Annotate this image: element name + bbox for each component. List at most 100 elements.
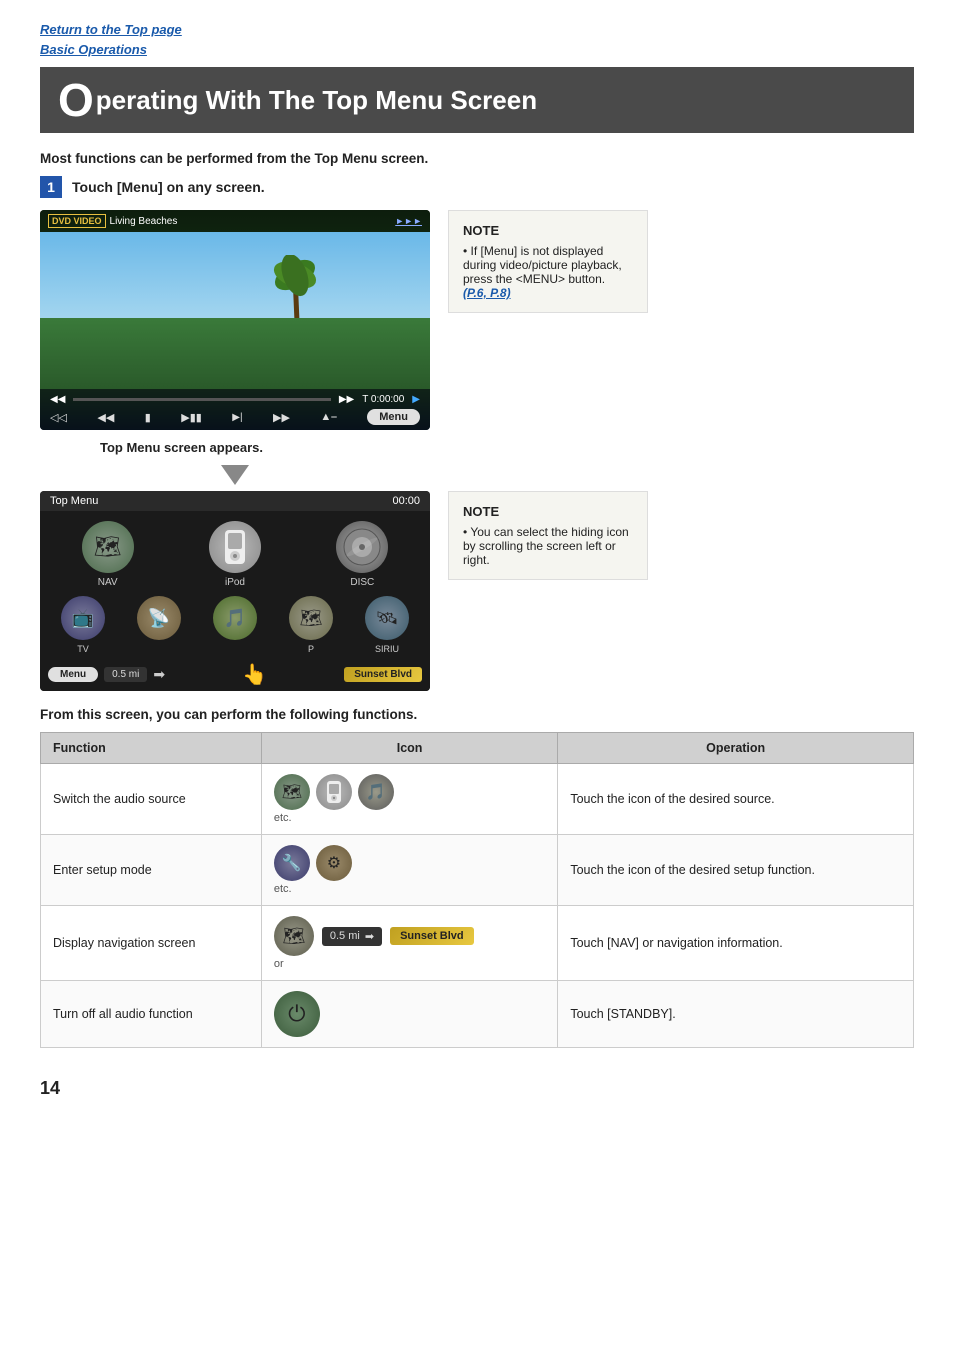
dvd-topbar: DVD VIDEO Living Beaches ►►► <box>40 210 430 232</box>
title-big-o: O <box>58 77 94 123</box>
step-badge: 1 <box>40 176 62 198</box>
operation-cell: Touch [NAV] or navigation information. <box>558 906 914 981</box>
note-2-text: • You can select the hiding icon by scro… <box>463 525 633 567</box>
topmenu-time: 00:00 <box>392 495 420 507</box>
icon-cell: 🗺 0.5 mi ➡ Sunset Blvd or <box>261 906 557 981</box>
time-display: T 0:00:00 <box>362 394 404 405</box>
appears-text: Top Menu screen appears. <box>40 440 914 455</box>
topmenu-icons-row2: 📺 TV 📡 🎵 🗺 P 🛰 SIRIU <box>40 592 430 658</box>
audio-ipod-icon <box>316 774 352 810</box>
dvd-screen: DVD VIDEO Living Beaches ►►► <box>40 210 430 430</box>
tv-label: TV <box>77 644 89 654</box>
table-row: Enter setup mode 🔧 ⚙ etc. Touch the icon… <box>41 835 914 906</box>
disc-label: DISC <box>350 577 374 588</box>
stop-icon: ▮ <box>145 411 151 424</box>
dvd-main-area <box>40 232 430 389</box>
col-header-icon: Icon <box>261 733 557 764</box>
topmenu-nav-info: 0.5 mi <box>104 667 147 682</box>
note-box-2: NOTE • You can select the hiding icon by… <box>448 491 648 580</box>
dvd-controls: ◀◀ ▶▶ T 0:00:00 ▶ ◁◁ ◀◀ ▮ ▶▮▮ ▶| ▶▶ ▲⎯ <box>40 389 430 430</box>
from-screen-text: From this screen, you can perform the fo… <box>40 707 914 722</box>
music-icon: 🎵 <box>213 596 257 640</box>
topmenu-music-item[interactable]: 🎵 <box>213 596 257 654</box>
operation-cell: Touch the icon of the desired setup func… <box>558 835 914 906</box>
title-rest: perating With The Top Menu Screen <box>96 87 537 113</box>
operation-cell: Touch the icon of the desired source. <box>558 764 914 835</box>
page-number: 14 <box>40 1078 914 1099</box>
return-top-link[interactable]: Return to the Top page <box>40 20 914 40</box>
menu-button[interactable]: Menu <box>367 409 420 425</box>
breadcrumb: Return to the Top page Basic Operations <box>40 20 914 59</box>
col-header-operation: Operation <box>558 733 914 764</box>
hand-icon: 👆 <box>171 662 338 687</box>
basic-ops-link[interactable]: Basic Operations <box>40 40 914 60</box>
ipod-icon <box>209 521 261 573</box>
prev-icon: ◀◀ <box>97 411 114 424</box>
icon-cell: 🔧 ⚙ etc. <box>261 835 557 906</box>
topmenu-sat-item[interactable]: 📡 <box>137 596 181 654</box>
rewind-icon: ◀◀ <box>50 394 65 405</box>
nav-display-icon: 🗺 <box>274 916 314 956</box>
step-fwd-icon: ▶| <box>232 412 242 423</box>
arrow-down-container <box>40 465 430 485</box>
nav-bar-inline: 0.5 mi ➡ <box>322 927 382 946</box>
topmenu-label: Top Menu <box>50 495 98 507</box>
note-1-link[interactable]: (P.6, P.8) <box>463 286 511 300</box>
icon-cell: 🗺 🎵 etc. <box>261 764 557 835</box>
setup-wrench-icon: 🔧 <box>274 845 310 881</box>
topmenu-screen: Top Menu 00:00 🗺 NAV iPod <box>40 491 430 691</box>
next-icon: ▶▶ <box>273 411 290 424</box>
standby-icon: ⏻ <box>274 991 320 1037</box>
content-row-1: DVD VIDEO Living Beaches ►►► <box>40 210 914 430</box>
note-2-title: NOTE <box>463 504 633 519</box>
tv-icon: 📺 <box>61 596 105 640</box>
function-cell: Display navigation screen <box>41 906 262 981</box>
operation-cell: Touch [STANDBY]. <box>558 981 914 1048</box>
topmenu-nav-item[interactable]: 🗺 NAV <box>82 521 134 588</box>
nav2-label: P <box>308 644 314 654</box>
topmenu-arrow-right: ➡ <box>153 666 165 683</box>
audio-nav-icon: 🗺 <box>274 774 310 810</box>
step-label: Touch [Menu] on any screen. <box>72 179 265 195</box>
sunset-inline: Sunset Blvd <box>390 927 474 945</box>
ipod-label: iPod <box>225 577 245 588</box>
topmenu-disc-item[interactable]: DISC <box>336 521 388 588</box>
topmenu-sirius-item[interactable]: 🛰 SIRIU <box>365 596 409 654</box>
functions-table: Function Icon Operation Switch the audio… <box>40 732 914 1048</box>
skip-back-icon: ◁◁ <box>50 411 67 424</box>
step-1-row: 1 Touch [Menu] on any screen. <box>40 176 914 198</box>
dvd-screen-container: DVD VIDEO Living Beaches ►►► <box>40 210 430 430</box>
or-label: or <box>274 958 545 970</box>
page-title-bar: O perating With The Top Menu Screen <box>40 67 914 133</box>
nav2-icon: 🗺 <box>289 596 333 640</box>
topmenu-bottom: Menu 0.5 mi ➡ 👆 Sunset Blvd <box>40 658 430 691</box>
icon-cell: ⏻ <box>261 981 557 1048</box>
nav-icon: 🗺 <box>82 521 134 573</box>
dvd-logo: DVD VIDEO <box>48 214 106 228</box>
topmenu-tv-item[interactable]: 📺 TV <box>61 596 105 654</box>
col-header-function: Function <box>41 733 262 764</box>
eject-icon: ▲⎯ <box>320 411 336 424</box>
setup-gear-icon: ⚙ <box>316 845 352 881</box>
disc-icon <box>336 521 388 573</box>
intro-text: Most functions can be performed from the… <box>40 151 914 166</box>
sat-icon: 📡 <box>137 596 181 640</box>
function-cell: Turn off all audio function <box>41 981 262 1048</box>
audio-music-icon: 🎵 <box>358 774 394 810</box>
table-row: Turn off all audio function ⏻ Touch [STA… <box>41 981 914 1048</box>
table-row: Switch the audio source 🗺 🎵 etc. Touch t… <box>41 764 914 835</box>
topmenu-menu-btn[interactable]: Menu <box>48 667 98 682</box>
note-box-1: NOTE • If [Menu] is not displayed during… <box>448 210 648 313</box>
sirius-label: SIRIU <box>375 644 399 654</box>
time-icon: ▶ <box>412 394 420 405</box>
function-cell: Enter setup mode <box>41 835 262 906</box>
function-cell: Switch the audio source <box>41 764 262 835</box>
nav-label: NAV <box>98 577 118 588</box>
topmenu-bar: Top Menu 00:00 <box>40 491 430 511</box>
etc-label-2: etc. <box>274 883 545 895</box>
dvd-title: Living Beaches <box>110 216 178 227</box>
sunset-btn[interactable]: Sunset Blvd <box>344 667 422 682</box>
topmenu-nav2-item[interactable]: 🗺 P <box>289 596 333 654</box>
note-1-text: • If [Menu] is not displayed during vide… <box>463 244 633 300</box>
topmenu-ipod-item[interactable]: iPod <box>209 521 261 588</box>
